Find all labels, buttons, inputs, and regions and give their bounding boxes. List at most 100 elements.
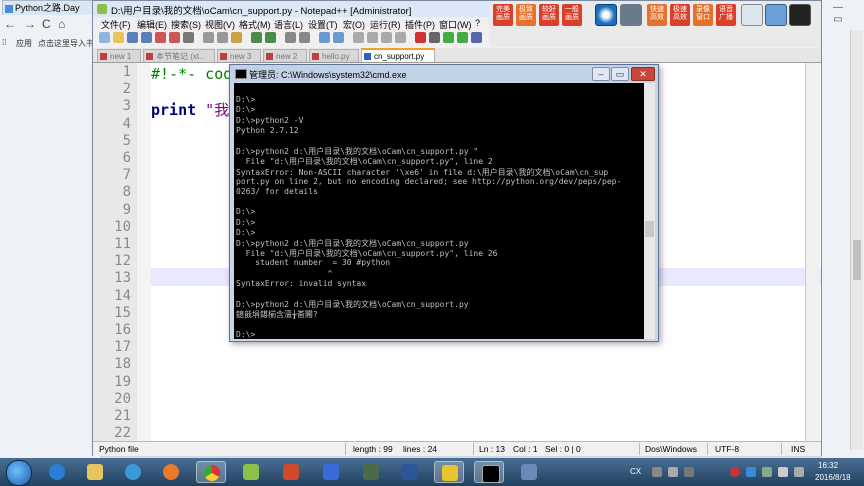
cmd-maximize-button[interactable]: ▭ (611, 67, 629, 81)
taskbar-notepadpp[interactable] (236, 461, 266, 483)
back-arrow-icon[interactable]: ← (4, 17, 16, 31)
input-language-indicator[interactable]: CX (630, 467, 641, 476)
save-icon[interactable] (127, 32, 138, 43)
taskbar-browser-2[interactable] (118, 461, 148, 483)
bookmarks-apps-label[interactable]: 应用 (16, 38, 32, 49)
ocam-record-icon[interactable] (595, 4, 617, 26)
line-number: 11 (114, 236, 131, 252)
cmd-window: 管理员: C:\Windows\system32\cmd.exe – ▭ ✕ D… (229, 64, 659, 342)
restore-icon[interactable]: ▭ (830, 14, 846, 26)
home-icon[interactable]: ⌂ (58, 17, 65, 31)
save-macro-icon[interactable] (471, 32, 482, 43)
apps-grid-icon[interactable]: ⁞⁞ (2, 38, 6, 47)
taskbar-powerpoint[interactable] (276, 461, 306, 483)
play-macro-icon[interactable] (443, 32, 454, 43)
arrow-nav-icon[interactable] (765, 4, 787, 26)
start-button[interactable] (6, 460, 32, 486)
speed-button-2[interactable]: 极速高效 (670, 4, 690, 26)
browser-tab[interactable]: Python之路.Day (2, 0, 96, 15)
voice-broadcast-button[interactable]: 语音广播 (716, 4, 736, 26)
run-macro-multiple-icon[interactable] (457, 32, 468, 43)
tray-icon-3[interactable] (684, 467, 694, 477)
status-ln: Ln : 13 (479, 444, 505, 454)
tray-icon-4[interactable] (746, 467, 756, 477)
tray-icon-5[interactable] (794, 467, 804, 477)
new-file-icon[interactable] (99, 32, 110, 43)
tab-notes[interactable]: 本节笔记 (xt.. (143, 49, 215, 62)
network-icon[interactable] (762, 467, 772, 477)
taskbar-cmd[interactable] (474, 461, 504, 483)
open-file-icon[interactable] (113, 32, 124, 43)
line-number: 20 (114, 390, 131, 407)
console-line: D:\>python2 -V (236, 115, 304, 125)
quality-button-3[interactable]: 较好画质 (539, 4, 559, 26)
pen-icon[interactable] (741, 4, 763, 26)
exit-door-icon[interactable] (789, 4, 811, 26)
taskbar-network-tool[interactable] (514, 461, 544, 483)
tab-hello-py[interactable]: hello.py (309, 49, 359, 62)
sync-scroll-icon[interactable] (353, 32, 364, 43)
cmd-titlebar[interactable]: 管理员: C:\Windows\system32\cmd.exe – ▭ ✕ (230, 65, 658, 82)
cmd-scrollbar[interactable] (644, 83, 655, 339)
word-wrap-icon[interactable] (367, 32, 378, 43)
tray-icon-2[interactable] (668, 467, 678, 477)
taskbar-chrome[interactable] (196, 461, 226, 483)
minimize-icon[interactable]: — (830, 2, 846, 14)
cmd-minimize-button[interactable]: – (592, 67, 610, 81)
record-window-button[interactable]: 录像窗口 (693, 4, 713, 26)
network-tool-icon (521, 464, 537, 480)
copy-icon[interactable] (217, 32, 228, 43)
close-all-icon[interactable] (169, 32, 180, 43)
zoom-out-icon[interactable] (333, 32, 344, 43)
tab-new-2[interactable]: new 2 (263, 49, 307, 62)
replace-icon[interactable] (299, 32, 310, 43)
recording-indicator-icon[interactable] (730, 467, 740, 477)
taskbar-ocam[interactable] (434, 461, 464, 483)
taskbar-app-blue[interactable] (316, 461, 346, 483)
tab-cn-support-py[interactable]: cn_support.py (361, 48, 435, 62)
bookmarks-import-hint[interactable]: 点击这里导入书 (38, 38, 94, 49)
tray-icon-1[interactable] (652, 467, 662, 477)
background-scroll-thumb[interactable] (853, 240, 861, 280)
taskbar-ie[interactable] (42, 461, 72, 483)
clock-time[interactable]: 16:32 (818, 461, 838, 470)
status-encoding: UTF-8 (715, 444, 740, 454)
code-line-3: print "我 (151, 99, 229, 120)
undo-icon[interactable] (251, 32, 262, 43)
menu-help[interactable]: ? (475, 18, 480, 28)
forward-arrow-icon[interactable]: → (24, 17, 36, 31)
tab-new-3[interactable]: new 3 (217, 49, 261, 62)
paste-icon[interactable] (231, 32, 242, 43)
cut-icon[interactable] (203, 32, 214, 43)
print-icon[interactable] (183, 32, 194, 43)
bookmarks-bar: ⁞⁞ 应用 点击这里导入书 (0, 36, 100, 50)
save-all-icon[interactable] (141, 32, 152, 43)
cmd-close-button[interactable]: ✕ (631, 67, 655, 81)
record-macro-icon[interactable] (415, 32, 426, 43)
taskbar-word[interactable] (394, 461, 424, 483)
background-scrollbar[interactable] (850, 30, 863, 450)
taskbar-media[interactable] (156, 461, 186, 483)
line-number: 15 (114, 304, 131, 321)
speed-button-1[interactable]: 快速高效 (647, 4, 667, 26)
find-icon[interactable] (285, 32, 296, 43)
quality-button-2[interactable]: 极致画质 (516, 4, 536, 26)
taskbar-explorer[interactable] (80, 461, 110, 483)
reload-icon[interactable]: C (42, 17, 51, 31)
console-output[interactable]: D:\> D:\> D:\>python2 -V Python 2.7.12 D:\>p… (234, 83, 644, 339)
editor-scrollbar[interactable] (805, 63, 820, 441)
taskbar-terminal[interactable] (356, 461, 386, 483)
indent-guide-icon[interactable] (395, 32, 406, 43)
zoom-in-icon[interactable] (319, 32, 330, 43)
quality-button-1[interactable]: 完美画质 (493, 4, 513, 26)
quality-button-4[interactable]: 一般画质 (562, 4, 582, 26)
settings-icon[interactable] (620, 4, 642, 26)
show-all-chars-icon[interactable] (381, 32, 392, 43)
tab-new-1[interactable]: new 1 (97, 49, 141, 62)
volume-icon[interactable] (778, 467, 788, 477)
clock-date[interactable]: 2016/8/18 (815, 473, 851, 482)
cmd-scroll-thumb[interactable] (645, 221, 654, 237)
close-file-icon[interactable] (155, 32, 166, 43)
stop-macro-icon[interactable] (429, 32, 440, 43)
redo-icon[interactable] (265, 32, 276, 43)
